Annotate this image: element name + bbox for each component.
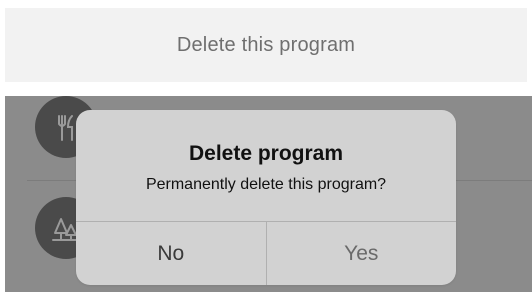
delete-program-panel: Delete this program xyxy=(5,8,527,82)
dialog-message: Permanently delete this program? xyxy=(145,175,387,193)
dialog-body: Delete program Permanently delete this p… xyxy=(76,110,456,222)
no-button[interactable]: No xyxy=(76,222,267,285)
yes-button[interactable]: Yes xyxy=(267,222,457,285)
delete-confirmation-dialog: Delete program Permanently delete this p… xyxy=(76,110,456,285)
dialog-title: Delete program xyxy=(188,141,344,165)
dialog-button-row: No Yes xyxy=(76,222,456,285)
delete-program-link[interactable]: Delete this program xyxy=(177,34,355,57)
